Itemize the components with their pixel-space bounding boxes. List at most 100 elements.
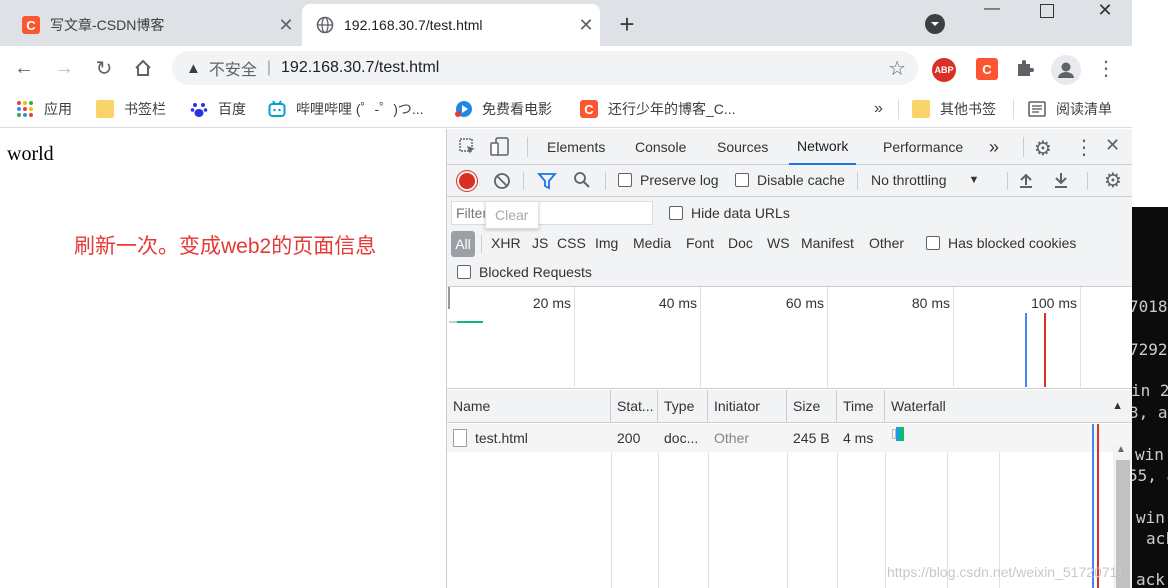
bookmark-label: 其他书签 <box>940 101 996 117</box>
bookmark-apps[interactable]: 应用 <box>16 98 72 120</box>
bookmark-label: 还行少年的博客_C... <box>608 101 736 117</box>
preserve-log-checkbox[interactable]: Preserve log <box>618 172 719 188</box>
column-header-waterfall[interactable]: Waterfall ▲ <box>885 390 1133 423</box>
column-header-size[interactable]: Size <box>787 390 837 423</box>
terminal-line: 3, ac <box>1132 403 1168 422</box>
terminal-line: win 1 <box>1135 445 1168 464</box>
forward-button[interactable]: → <box>50 54 78 82</box>
address-bar[interactable]: ▲ 不安全 | 192.168.30.7/test.html ☆ <box>172 51 918 85</box>
bookmark-baidu[interactable]: 百度 <box>190 98 246 120</box>
apps-grid-icon <box>16 100 34 118</box>
filter-type-other[interactable]: Other <box>869 235 904 251</box>
devtools-menu-kebab-icon[interactable]: ⋮ <box>1074 135 1094 160</box>
home-icon[interactable] <box>129 54 157 82</box>
menu-kebab-icon[interactable]: ⋮ <box>1096 56 1116 82</box>
hide-data-urls-checkbox[interactable]: Hide data URLs <box>669 205 790 221</box>
annotation-text: 刷新一次。变成web2的页面信息 <box>74 235 377 258</box>
chevron-down-icon: ▼ <box>968 174 980 186</box>
filter-type-img[interactable]: Img <box>595 235 618 251</box>
column-header-initiator[interactable]: Initiator <box>708 390 787 423</box>
tab-console[interactable]: Console <box>635 129 686 165</box>
filter-type-css[interactable]: CSS <box>557 235 586 251</box>
has-blocked-cookies-checkbox[interactable]: Has blocked cookies <box>926 235 1076 251</box>
terminal-line: win <box>1136 508 1165 527</box>
browser-toolbar: ← → ↻ ▲ 不安全 | 192.168.30.7/test.html ☆ A… <box>0 46 1132 90</box>
close-devtools-icon[interactable]: ✕ <box>1105 135 1120 156</box>
bookmarks-overflow-button[interactable]: » <box>874 98 883 120</box>
device-toolbar-icon[interactable] <box>490 137 510 160</box>
browser-tab-csdn[interactable]: C 写文章-CSDN博客 ✕ <box>8 4 300 46</box>
filter-type-ws[interactable]: WS <box>767 235 790 251</box>
throttling-select[interactable]: No throttling ▼ <box>871 172 979 188</box>
back-button[interactable]: ← <box>10 54 38 82</box>
csdn-extension-icon[interactable]: C <box>976 58 998 80</box>
reload-button[interactable]: ↻ <box>90 54 118 82</box>
filter-type-media[interactable]: Media <box>633 235 671 251</box>
filter-type-font[interactable]: Font <box>686 235 714 251</box>
maximize-button[interactable] <box>1040 4 1054 18</box>
request-time-cell: 4 ms <box>843 430 874 446</box>
request-name-cell[interactable]: test.html <box>447 424 611 452</box>
tab-elements[interactable]: Elements <box>547 129 605 165</box>
load-event-line <box>1044 313 1046 387</box>
new-tab-button[interactable]: + <box>612 10 642 40</box>
close-icon[interactable]: ✕ <box>572 15 600 36</box>
tab-performance[interactable]: Performance <box>883 129 963 165</box>
column-header-type[interactable]: Type <box>658 390 708 423</box>
filter-type-xhr[interactable]: XHR <box>491 235 521 251</box>
bookmark-movie[interactable]: 免费看电影 <box>454 98 552 120</box>
search-icon[interactable] <box>573 171 591 194</box>
close-icon[interactable]: ✕ <box>272 15 300 36</box>
filter-bar: Filter Clear Hide data URLs All XHR JS C… <box>447 197 1133 287</box>
bilibili-icon <box>268 100 286 118</box>
timeline-tick-label: 20 ms <box>532 295 571 311</box>
bookmark-other[interactable]: 其他书签 <box>912 98 996 120</box>
tab-network[interactable]: Network <box>789 129 857 165</box>
column-header-name[interactable]: Name <box>447 390 611 423</box>
record-icon[interactable] <box>459 173 475 189</box>
column-header-time[interactable]: Time <box>837 390 885 423</box>
profile-avatar-icon[interactable] <box>1051 55 1081 85</box>
extensions-puzzle-icon[interactable] <box>1015 58 1037 80</box>
bookmark-csdn-blog[interactable]: C 还行少年的博客_C... <box>580 98 736 120</box>
network-settings-gear-icon[interactable]: ⚙ <box>1104 168 1122 193</box>
filter-type-js[interactable]: JS <box>532 235 548 251</box>
blocked-requests-checkbox[interactable]: Blocked Requests <box>457 264 592 280</box>
bookmark-bilibili[interactable]: 哔哩哔哩 (゜-゜)つ... <box>268 98 424 120</box>
security-label[interactable]: 不安全 <box>209 56 257 80</box>
terminal-line: ack <box>1146 529 1168 548</box>
movie-icon <box>454 100 472 118</box>
devtools-panel: Elements Console Sources Network Perform… <box>446 129 1133 588</box>
bookmark-label: 书签栏 <box>124 101 166 117</box>
column-header-status[interactable]: Stat... <box>611 390 658 423</box>
terminal-line: in 2 <box>1132 381 1168 400</box>
clear-tooltip: Clear <box>485 201 539 229</box>
bookmark-folder[interactable]: 书签栏 <box>96 98 166 120</box>
tab-search-icon[interactable] <box>925 14 945 34</box>
settings-gear-icon[interactable]: ⚙ <box>1034 136 1052 161</box>
page-viewport: world 刷新一次。变成web2的页面信息 <box>0 129 446 588</box>
browser-tab-active[interactable]: 192.168.30.7/test.html ✕ <box>302 4 600 46</box>
bookmark-star-icon[interactable]: ☆ <box>888 56 906 81</box>
network-overview-timeline: 20 ms 40 ms 60 ms 80 ms 100 ms <box>447 287 1133 389</box>
filter-type-manifest[interactable]: Manifest <box>801 235 854 251</box>
adblock-icon[interactable]: ABP <box>932 58 956 82</box>
window-close-button[interactable]: ✕ <box>1094 0 1116 24</box>
filter-type-doc[interactable]: Doc <box>728 235 753 251</box>
more-tabs-icon[interactable]: » <box>989 129 999 165</box>
filter-type-all[interactable]: All <box>451 231 475 257</box>
warning-icon[interactable]: ▲ <box>186 60 201 77</box>
tab-sources[interactable]: Sources <box>717 129 768 165</box>
import-har-icon[interactable] <box>1017 171 1035 192</box>
export-har-icon[interactable] <box>1052 171 1070 192</box>
disable-cache-checkbox[interactable]: Disable cache <box>735 172 845 188</box>
reading-list-button[interactable]: 阅读清单 <box>1028 98 1112 120</box>
dom-content-loaded-line <box>1025 313 1027 387</box>
url-text[interactable]: 192.168.30.7/test.html <box>281 59 439 77</box>
filter-input[interactable]: Filter <box>451 201 653 225</box>
filter-funnel-icon[interactable] <box>537 172 557 193</box>
minimize-button[interactable]: — <box>980 0 1004 24</box>
clear-icon[interactable] <box>493 172 511 193</box>
timeline-tick-label: 100 ms <box>1031 295 1077 311</box>
inspect-element-icon[interactable] <box>459 138 477 159</box>
